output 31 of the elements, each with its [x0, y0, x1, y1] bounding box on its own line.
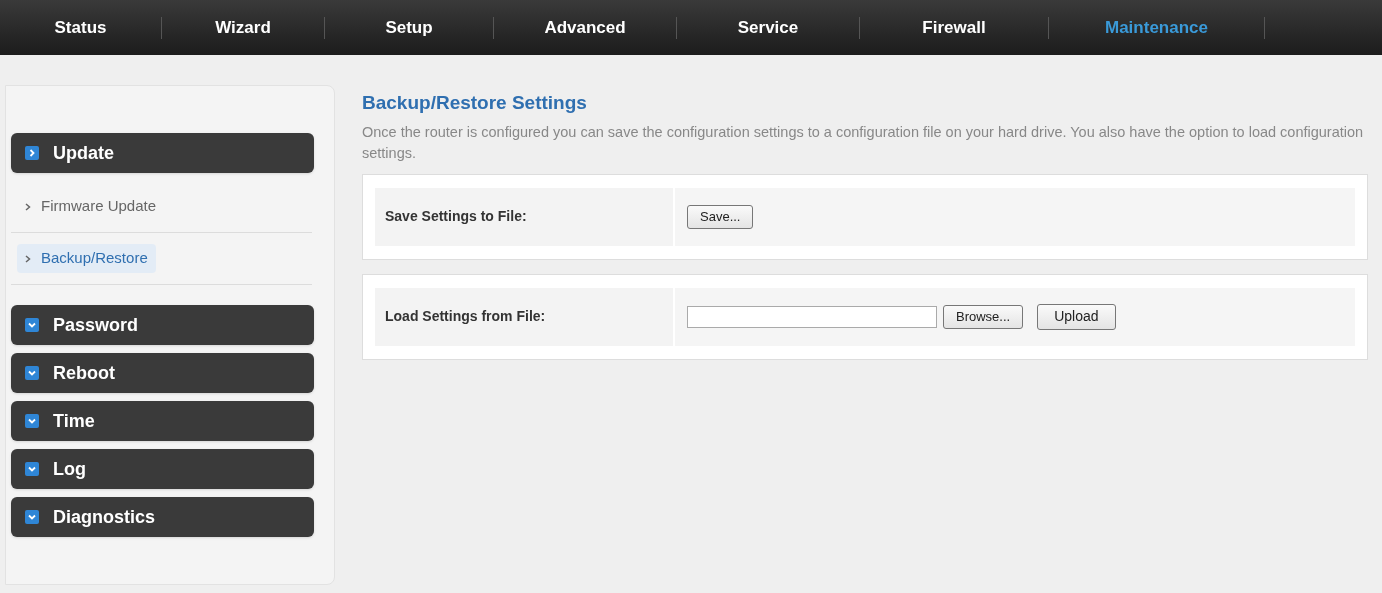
chevron-right-icon	[25, 146, 39, 160]
sidebar-group-header[interactable]: Log	[11, 449, 314, 489]
setting-label: Load Settings from File:	[375, 287, 673, 346]
chevron-down-icon	[25, 510, 39, 524]
sidebar-group-header[interactable]: Password	[11, 305, 314, 345]
sidebar-group-header[interactable]: Reboot	[11, 353, 314, 393]
sidebar-link[interactable]: Backup/Restore	[17, 244, 156, 273]
chevron-right-icon	[25, 202, 31, 211]
form-button[interactable]: Save...	[687, 204, 754, 229]
page-title: Backup/Restore Settings	[362, 91, 588, 115]
nav-tab[interactable]: Advanced	[494, 0, 676, 55]
form-button[interactable]: Upload	[1037, 303, 1116, 330]
chevron-down-icon	[25, 318, 39, 332]
sidebar-group-header[interactable]: Diagnostics	[11, 497, 314, 537]
page-description: Once the router is configured you can save the configuration settings to a configuration file on your hard drive. You also have the option to load configuration settings.	[362, 122, 1365, 163]
nav-tab[interactable]: Status	[0, 0, 161, 55]
sidebar-group-header[interactable]: Time	[11, 401, 314, 441]
file-path-field[interactable]	[687, 305, 937, 328]
chevron-down-icon	[25, 414, 39, 428]
chevron-down-icon	[25, 462, 39, 476]
form-button[interactable]: Browse...	[943, 304, 1024, 329]
chevron-down-icon	[25, 366, 39, 380]
setting-label: Save Settings to File:	[375, 187, 673, 246]
nav-tab[interactable]: Wizard	[162, 0, 324, 55]
sidebar-link[interactable]: Firmware Update	[17, 192, 165, 221]
chevron-right-icon	[25, 254, 31, 263]
nav-tab[interactable]: Setup	[325, 0, 493, 55]
nav-tab[interactable]: Service	[677, 0, 859, 55]
nav-tab[interactable]: Maintenance	[1049, 0, 1264, 55]
nav-tab[interactable]: Firewall	[860, 0, 1048, 55]
sidebar-group-header[interactable]: Update	[11, 133, 314, 173]
